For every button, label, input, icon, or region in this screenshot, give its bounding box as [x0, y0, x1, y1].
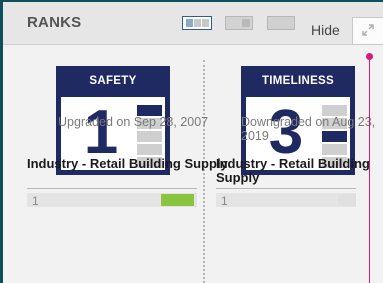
- industry-separator: [27, 188, 197, 189]
- industry-rank-row: 1: [216, 193, 356, 208]
- pointer-dot: [366, 53, 373, 60]
- hide-button[interactable]: Hide: [311, 22, 340, 38]
- pointer-line: [369, 56, 370, 283]
- industry-rank-bar: [161, 194, 194, 206]
- panel-title: RANKS: [27, 14, 82, 31]
- rank-scale-segment: [137, 131, 162, 142]
- industry-name: Industry - Retail Building Supply: [27, 156, 228, 171]
- rank-scale-segment: [322, 144, 347, 155]
- expand-icon: [362, 24, 374, 36]
- industry-rank-value: 1: [221, 194, 228, 208]
- badge-label: TIMELINESS: [261, 75, 334, 87]
- expand-button[interactable]: [352, 17, 383, 45]
- industry-rank-value: 1: [32, 194, 39, 208]
- rank-change-note: Downgraded on Aug 23, 2019: [241, 115, 376, 143]
- card-divider: [203, 60, 205, 283]
- single-column-view-icon[interactable]: [267, 16, 295, 30]
- industry-rank-bar: [338, 194, 356, 206]
- three-column-view-icon[interactable]: [182, 16, 212, 30]
- rank-scale-segment: [137, 144, 162, 155]
- rank-change-note: Upgraded on Sep 28, 2007: [58, 115, 209, 129]
- industry-separator: [216, 188, 356, 189]
- industry-name: Industry - Retail Building Supply: [216, 156, 370, 185]
- badge-label: SAFETY: [89, 75, 137, 87]
- panel-header: RANKS Hide: [3, 2, 383, 45]
- industry-rank-row: 1: [27, 193, 197, 208]
- two-column-view-icon[interactable]: [225, 16, 253, 30]
